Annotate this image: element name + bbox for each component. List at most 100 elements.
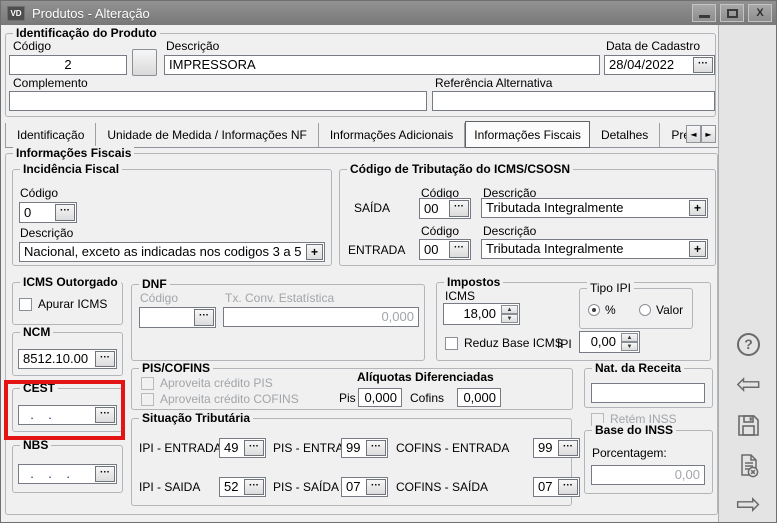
ipi-aliquota-field[interactable]: 0,00 ▲ ▼ <box>579 331 640 353</box>
pis-entrada-field[interactable]: 99 ··· <box>341 438 388 458</box>
reduz-base-icms-checkbox[interactable]: Reduz Base ICMS <box>445 336 563 350</box>
saida-label: SAÍDA <box>354 202 390 215</box>
nat-receita-field[interactable] <box>591 383 705 403</box>
save-button[interactable] <box>731 409 767 441</box>
descricao-produto-field[interactable]: IMPRESSORA <box>164 55 600 75</box>
close-icon: X <box>756 7 763 19</box>
cancel-button[interactable] <box>731 449 767 481</box>
entrada-codigo-lookup-button[interactable]: ··· <box>449 241 469 258</box>
cofins-saida-lookup-button[interactable]: ··· <box>558 479 578 495</box>
complemento-field[interactable] <box>9 91 427 111</box>
codigo-produto-field[interactable]: 2 <box>9 55 127 75</box>
porcentagem-label: Porcentagem: <box>592 447 667 460</box>
ipi-saida-lookup-button[interactable]: ··· <box>244 479 264 495</box>
close-button[interactable]: X <box>748 4 772 22</box>
tipo-ipi-valor-radio[interactable]: Valor <box>639 303 683 317</box>
referencia-alternativa-label: Referência Alternativa <box>435 77 552 90</box>
tab-scroll-right-icon[interactable]: ► <box>701 125 716 143</box>
base-inss-porcentagem-field[interactable]: 0,00 <box>591 465 705 485</box>
entrada-descricao-field[interactable]: Tributada Integralmente + <box>481 239 708 259</box>
maximize-button[interactable] <box>720 4 744 22</box>
tab-informacoes-adicionais[interactable]: Informações Adicionais <box>319 123 465 147</box>
aproveita-credito-cofins-label: Aproveita crédito COFINS <box>160 392 299 406</box>
incidencia-codigo-field[interactable]: 0 ··· <box>19 202 77 223</box>
tab-unidade-medida-informacoes-nf[interactable]: Unidade de Medida / Informações NF <box>96 123 318 147</box>
entrada-descricao-dropdown-button[interactable]: + <box>689 241 706 257</box>
dnf-tx-field[interactable]: 0,000 <box>223 307 419 327</box>
icms-label: ICMS <box>445 290 475 303</box>
pis-entrada-lookup-button[interactable]: ··· <box>366 440 386 456</box>
window-controls: X <box>692 4 772 22</box>
spin-down-icon[interactable]: ▼ <box>501 314 518 323</box>
aproveita-credito-pis-label: Aproveita crédito PIS <box>160 376 273 390</box>
checkbox-icon <box>19 298 32 311</box>
group-title: Base do INSS <box>592 423 676 437</box>
dnf-codigo-field[interactable]: ··· <box>139 307 216 328</box>
tab-identificacao[interactable]: Identificação <box>5 123 96 147</box>
tab-scroll-left-icon[interactable]: ◄ <box>686 125 701 143</box>
incidencia-descricao-value: Nacional, exceto as indicadas nos codigo… <box>20 245 305 259</box>
tributacao-codigo-label-entrada: Código <box>421 225 459 238</box>
maximize-icon <box>727 9 738 18</box>
tab-informacoes-fiscais[interactable]: Informações Fiscais <box>465 121 590 148</box>
group-title: CEST <box>20 381 58 395</box>
produtos-alteracao-window: VD Produtos - Alteração X Identificação … <box>0 0 777 523</box>
ncm-field[interactable]: 8512.10.00 ··· <box>18 349 117 369</box>
next-record-button[interactable]: ⇨ <box>729 487 769 523</box>
spin-up-icon[interactable]: ▲ <box>621 333 638 342</box>
pis-saida-field[interactable]: 07 ··· <box>341 477 388 497</box>
saida-descricao-field[interactable]: Tributada Integralmente + <box>481 198 708 218</box>
data-cadastro-field[interactable]: 28/04/2022 ··· <box>604 55 715 75</box>
saida-descricao-dropdown-button[interactable]: + <box>689 200 706 216</box>
apurar-icms-checkbox[interactable]: Apurar ICMS <box>19 297 107 311</box>
cofins-entrada-lookup-button[interactable]: ··· <box>558 440 578 456</box>
pis-saida-value: 07 <box>342 480 365 494</box>
tipo-ipi-percent-radio[interactable]: % <box>588 303 616 317</box>
spin-down-icon[interactable]: ▼ <box>621 342 638 351</box>
ipi-entrada-field[interactable]: 49 ··· <box>219 438 266 458</box>
codigo-lookup-button[interactable] <box>132 49 157 76</box>
codigo-produto-value: 2 <box>10 58 126 72</box>
ncm-lookup-button[interactable]: ··· <box>95 351 115 367</box>
base-inss-porcentagem-value: 0,00 <box>592 468 704 482</box>
nbs-lookup-button[interactable]: ··· <box>95 466 115 482</box>
cofins-saida-field[interactable]: 07 ··· <box>533 477 580 497</box>
minimize-button[interactable] <box>692 4 716 22</box>
entrada-codigo-field[interactable]: 00 ··· <box>419 239 471 260</box>
ipi-spinner[interactable]: ▲ ▼ <box>621 333 638 351</box>
arrow-right-icon: ⇨ <box>736 490 761 520</box>
pis-saida-lookup-button[interactable]: ··· <box>366 479 386 495</box>
nbs-field[interactable]: . . . ··· <box>18 464 117 484</box>
saida-codigo-lookup-button[interactable]: ··· <box>449 200 469 217</box>
data-cadastro-value: 28/04/2022 <box>605 58 692 72</box>
data-cadastro-lookup-button[interactable]: ··· <box>693 57 713 73</box>
incidencia-codigo-lookup-button[interactable]: ··· <box>55 204 75 221</box>
help-icon: ? <box>737 333 760 356</box>
tab-label: Informações Fiscais <box>474 128 581 142</box>
ipi-entrada-lookup-button[interactable]: ··· <box>244 440 264 456</box>
checkbox-icon <box>445 337 458 350</box>
dnf-codigo-lookup-button[interactable]: ··· <box>194 309 214 326</box>
cest-field[interactable]: . . ··· <box>18 405 117 425</box>
previous-record-button[interactable]: ⇦ <box>729 367 769 403</box>
help-button[interactable]: ? <box>731 328 767 360</box>
tab-detalhes[interactable]: Detalhes <box>590 123 660 147</box>
aproveita-credito-pis-checkbox[interactable]: Aproveita crédito PIS <box>141 376 273 390</box>
group-title: PIS/COFINS <box>139 361 213 375</box>
cofins-aliquota-field[interactable]: 0,000 <box>457 388 501 407</box>
incidencia-descricao-dropdown-button[interactable]: + <box>306 244 323 260</box>
icms-spinner[interactable]: ▲ ▼ <box>501 305 518 323</box>
save-floppy-icon <box>735 412 762 439</box>
incidencia-descricao-field[interactable]: Nacional, exceto as indicadas nos codigo… <box>19 242 325 262</box>
referencia-alternativa-field[interactable] <box>432 91 715 111</box>
saida-codigo-field[interactable]: 00 ··· <box>419 198 471 219</box>
checkbox-icon <box>141 393 154 406</box>
spin-up-icon[interactable]: ▲ <box>501 305 518 314</box>
cofins-entrada-field[interactable]: 99 ··· <box>533 438 580 458</box>
app-icon: VD <box>7 6 25 21</box>
aproveita-credito-cofins-checkbox[interactable]: Aproveita crédito COFINS <box>141 392 299 406</box>
pis-aliquota-field[interactable]: 0,000 <box>358 388 402 407</box>
cest-lookup-button[interactable]: ··· <box>95 407 115 423</box>
icms-aliquota-field[interactable]: 18,00 ▲ ▼ <box>443 303 520 325</box>
ipi-saida-field[interactable]: 52 ··· <box>219 477 266 497</box>
